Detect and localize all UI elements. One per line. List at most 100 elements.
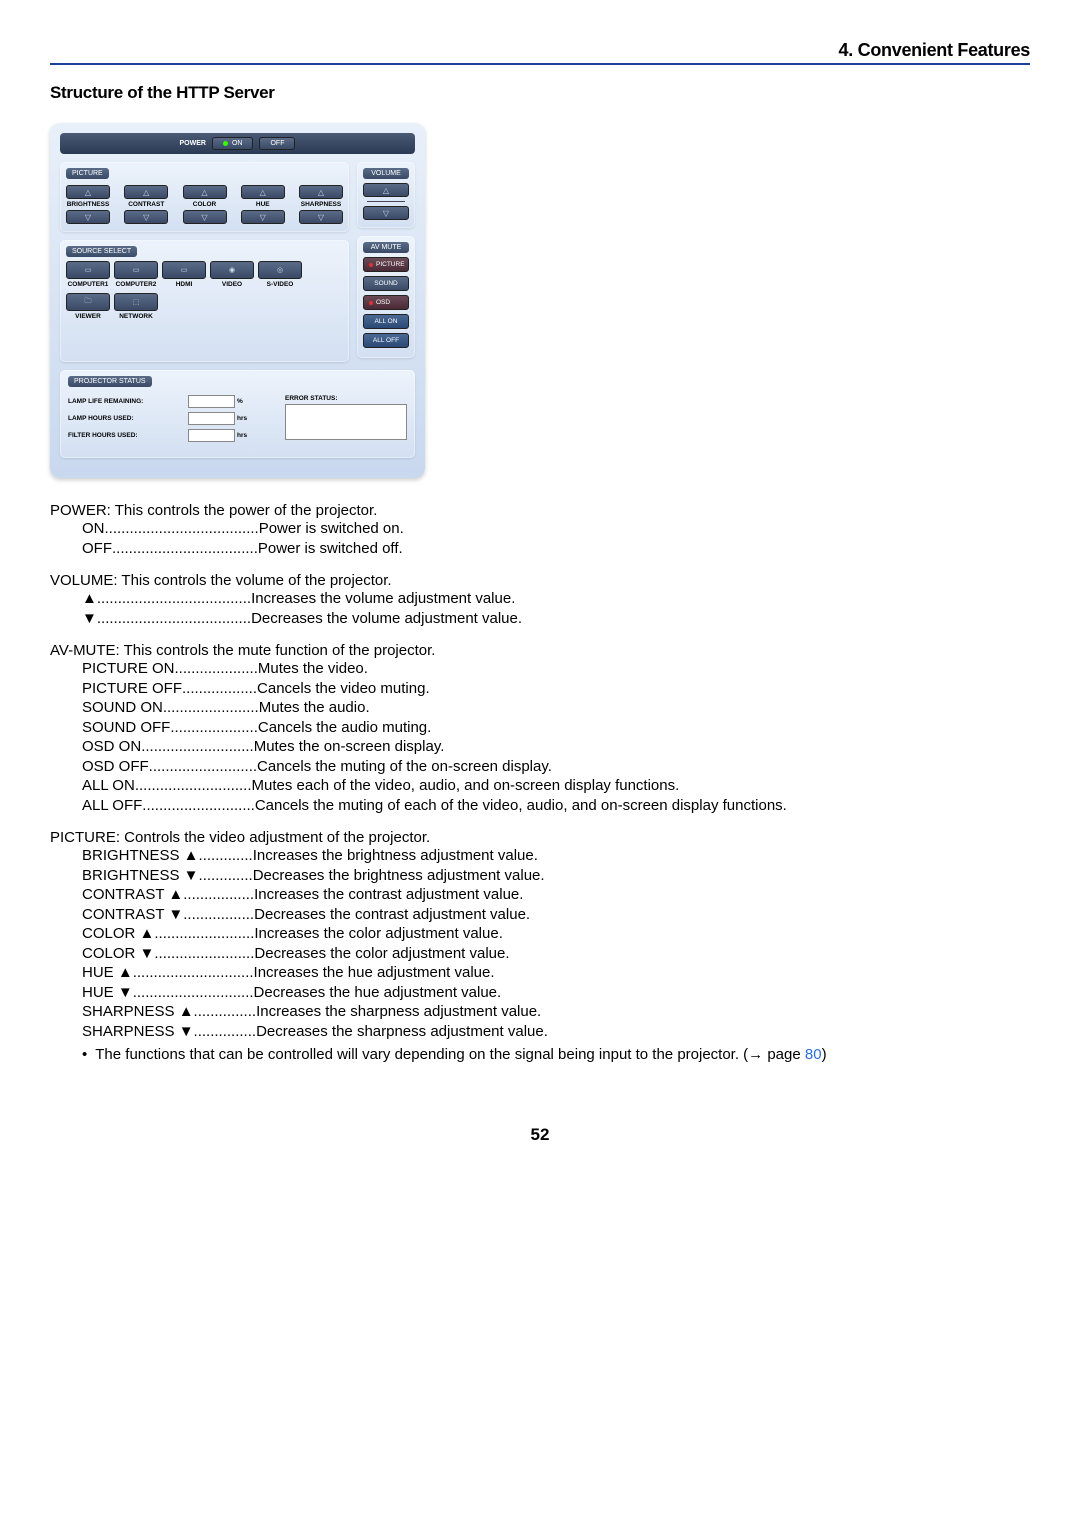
source-label: NETWORK: [114, 313, 158, 320]
lamp-hours-label: LAMP HOURS USED:: [68, 415, 188, 422]
source-computer1-button[interactable]: ▭: [66, 261, 110, 279]
lamp-life-value: [188, 395, 235, 408]
power-label: POWER: [180, 140, 206, 147]
error-status-value: [285, 404, 407, 440]
pic-label: SHARPNESS: [299, 201, 343, 208]
lamp-hours-value: [188, 412, 235, 425]
volume-panel: VOLUME △ ▽: [357, 162, 415, 228]
lamp-life-label: LAMP LIFE REMAINING:: [68, 398, 188, 405]
section-title: Structure of the HTTP Server: [50, 83, 1030, 103]
pic-down-button[interactable]: ▽: [183, 210, 227, 224]
source-label: HDMI: [162, 281, 206, 288]
definition-row: COLOR ▼ ........................Decrease…: [82, 944, 1030, 964]
definition-row: SHARPNESS ▼ ...............Decreases the…: [82, 1022, 1030, 1042]
definition-row: PICTURE OFF ..................Cancels th…: [82, 679, 1030, 699]
pic-down-button[interactable]: ▽: [66, 210, 110, 224]
pic-up-button[interactable]: △: [183, 185, 227, 199]
mute-sound-button[interactable]: SOUND: [363, 276, 409, 291]
pic-up-button[interactable]: △: [241, 185, 285, 199]
source-viewer-button[interactable]: 🗀: [66, 293, 110, 311]
source-icon: ◎: [277, 266, 283, 274]
definition-row: COLOR ▲ ........................Increase…: [82, 924, 1030, 944]
definition-row: ALL OFF...........................Cancel…: [82, 796, 1030, 816]
volume-down-button[interactable]: ▽: [363, 206, 409, 220]
http-server-screenshot: POWER ON OFF PICTURE △ BRIGHTNESS ▽ △ CONTRA…: [50, 123, 425, 478]
source-icon: ◉: [229, 266, 235, 274]
filter-hours-label: FILTER HOURS USED:: [68, 432, 188, 439]
power-desc-head: POWER: This controls the power of the pr…: [50, 502, 1030, 519]
definition-row: PICTURE ON ....................Mutes the…: [82, 659, 1030, 679]
source-hdmi-button[interactable]: ▭: [162, 261, 206, 279]
filter-hours-value: [188, 429, 235, 442]
definition-row: ON.....................................P…: [82, 519, 1030, 539]
led-green-icon: [223, 141, 228, 146]
definition-row: OSD ON ...........................Mutes …: [82, 737, 1030, 757]
mute-osd-button[interactable]: OSD: [363, 295, 409, 310]
definition-row: SHARPNESS ▲ ...............Increases the…: [82, 1002, 1030, 1022]
definition-row: ▲ .....................................I…: [82, 589, 1030, 609]
volume-desc-head: VOLUME: This controls the volume of the …: [50, 572, 1030, 589]
error-status-label: ERROR STATUS:: [285, 395, 337, 402]
led-red-icon: [369, 263, 373, 267]
source-panel: SOURCE SELECT ▭ COMPUTER1 ▭ COMPUTER2 ▭ HDMI ◉…: [60, 240, 349, 362]
definition-row: CONTRAST ▲ .................Increases th…: [82, 885, 1030, 905]
power-bar: POWER ON OFF: [60, 133, 415, 154]
source-network-button[interactable]: ⬚: [114, 293, 158, 311]
source-label: COMPUTER1: [66, 281, 110, 288]
pic-down-button[interactable]: ▽: [124, 210, 168, 224]
definition-row: ▼ .....................................D…: [82, 609, 1030, 629]
definition-row: HUE ▲ .............................Incre…: [82, 963, 1030, 983]
mute-picture-button[interactable]: PICTURE: [363, 257, 409, 272]
pic-down-button[interactable]: ▽: [299, 210, 343, 224]
volume-panel-title: VOLUME: [363, 168, 409, 179]
pic-up-button[interactable]: △: [66, 185, 110, 199]
status-panel-title: PROJECTOR STATUS: [68, 376, 152, 387]
pic-label: HUE: [241, 201, 285, 208]
power-on-button[interactable]: ON: [212, 137, 254, 150]
definition-row: OSD OFF ..........................Cancel…: [82, 757, 1030, 777]
source-label: VIEWER: [66, 313, 110, 320]
picture-note: •The functions that can be controlled wi…: [82, 1045, 1030, 1065]
source-label: VIDEO: [210, 281, 254, 288]
source-panel-title: SOURCE SELECT: [66, 246, 137, 257]
source-label: COMPUTER2: [114, 281, 158, 288]
pic-up-button[interactable]: △: [299, 185, 343, 199]
picture-desc-head: PICTURE: Controls the video adjustment o…: [50, 829, 1030, 846]
pic-down-button[interactable]: ▽: [241, 210, 285, 224]
chapter-header: 4. Convenient Features: [50, 40, 1030, 65]
descriptions: POWER: This controls the power of the pr…: [50, 502, 1030, 1065]
source-video-button[interactable]: ◉: [210, 261, 254, 279]
status-panel: PROJECTOR STATUS LAMP LIFE REMAINING:% L…: [60, 370, 415, 458]
pic-up-button[interactable]: △: [124, 185, 168, 199]
power-off-button[interactable]: OFF: [259, 137, 295, 150]
volume-up-button[interactable]: △: [363, 183, 409, 197]
source-icon: 🗀: [85, 297, 92, 308]
avmute-panel-title: AV MUTE: [363, 242, 409, 253]
source-icon: ▭: [181, 266, 188, 274]
pic-label: BRIGHTNESS: [66, 201, 110, 208]
definition-row: BRIGHTNESS ▲ .............Increases the …: [82, 846, 1030, 866]
picture-panel: PICTURE △ BRIGHTNESS ▽ △ CONTRAST ▽ △ COLOR ▽ △ HU…: [60, 162, 349, 232]
source-icon: ⬚: [133, 298, 140, 306]
source-icon: ▭: [85, 266, 92, 274]
picture-panel-title: PICTURE: [66, 168, 109, 179]
definition-row: OFF...................................Po…: [82, 539, 1030, 559]
avmute-desc-head: AV-MUTE: This controls the mute function…: [50, 642, 1030, 659]
led-red-icon: [369, 301, 373, 305]
avmute-panel: AV MUTE PICTURE SOUND OSD ALL ON ALL OFF: [357, 236, 415, 358]
source-computer2-button[interactable]: ▭: [114, 261, 158, 279]
definition-row: CONTRAST ▼ .................Decreases th…: [82, 905, 1030, 925]
definition-row: ALL ON ............................Mutes…: [82, 776, 1030, 796]
source-label: S-VIDEO: [258, 281, 302, 288]
definition-row: HUE ▼ .............................Decre…: [82, 983, 1030, 1003]
definition-row: SOUND OFF .....................Cancels t…: [82, 718, 1030, 738]
page-link[interactable]: 80: [805, 1046, 822, 1063]
definition-row: SOUND ON.......................Mutes the…: [82, 698, 1030, 718]
pic-label: CONTRAST: [124, 201, 168, 208]
definition-row: BRIGHTNESS ▼ .............Decreases the …: [82, 866, 1030, 886]
mute-all-off-button[interactable]: ALL OFF: [363, 333, 409, 348]
pic-label: COLOR: [183, 201, 227, 208]
source-s-video-button[interactable]: ◎: [258, 261, 302, 279]
mute-all-on-button[interactable]: ALL ON: [363, 314, 409, 329]
source-icon: ▭: [133, 266, 140, 274]
